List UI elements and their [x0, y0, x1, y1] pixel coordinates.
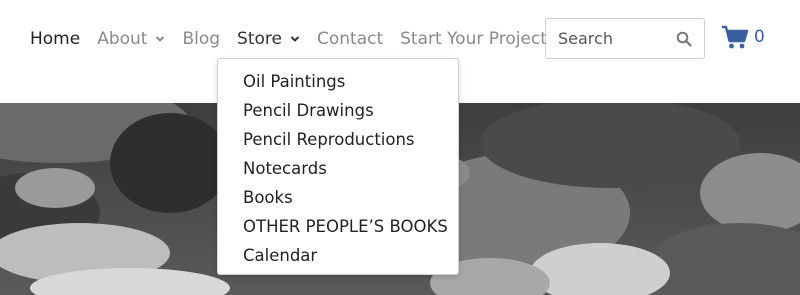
nav-start-your-project[interactable]: Start Your Project — [400, 27, 547, 51]
cart-icon — [721, 24, 749, 50]
menu-item-pencil-drawings[interactable]: Pencil Drawings — [218, 96, 458, 125]
nav-home[interactable]: Home — [30, 27, 80, 51]
nav-about[interactable]: About — [97, 27, 165, 51]
menu-item-notecards[interactable]: Notecards — [218, 154, 458, 183]
main-nav: Home About Blog Store Contact Start Your… — [30, 27, 564, 51]
search-box — [545, 18, 705, 59]
chevron-down-icon — [290, 34, 300, 44]
store-dropdown-menu: Oil Paintings Pencil Drawings Pencil Rep… — [217, 58, 459, 275]
chevron-down-icon — [155, 34, 165, 44]
cart-link[interactable]: 0 — [721, 24, 765, 50]
nav-contact[interactable]: Contact — [317, 27, 383, 51]
menu-item-other-peoples-books[interactable]: OTHER PEOPLE’S BOOKS — [218, 212, 458, 241]
nav-about-label: About — [97, 29, 148, 49]
search-icon[interactable] — [676, 31, 692, 47]
menu-item-calendar[interactable]: Calendar — [218, 241, 458, 270]
search-input[interactable] — [558, 29, 668, 48]
menu-item-oil-paintings[interactable]: Oil Paintings — [218, 67, 458, 96]
menu-item-books[interactable]: Books — [218, 183, 458, 212]
nav-store[interactable]: Store — [237, 27, 300, 51]
nav-blog[interactable]: Blog — [182, 27, 220, 51]
cart-count: 0 — [754, 27, 765, 47]
nav-store-label: Store — [237, 29, 282, 49]
menu-item-pencil-reproductions[interactable]: Pencil Reproductions — [218, 125, 458, 154]
